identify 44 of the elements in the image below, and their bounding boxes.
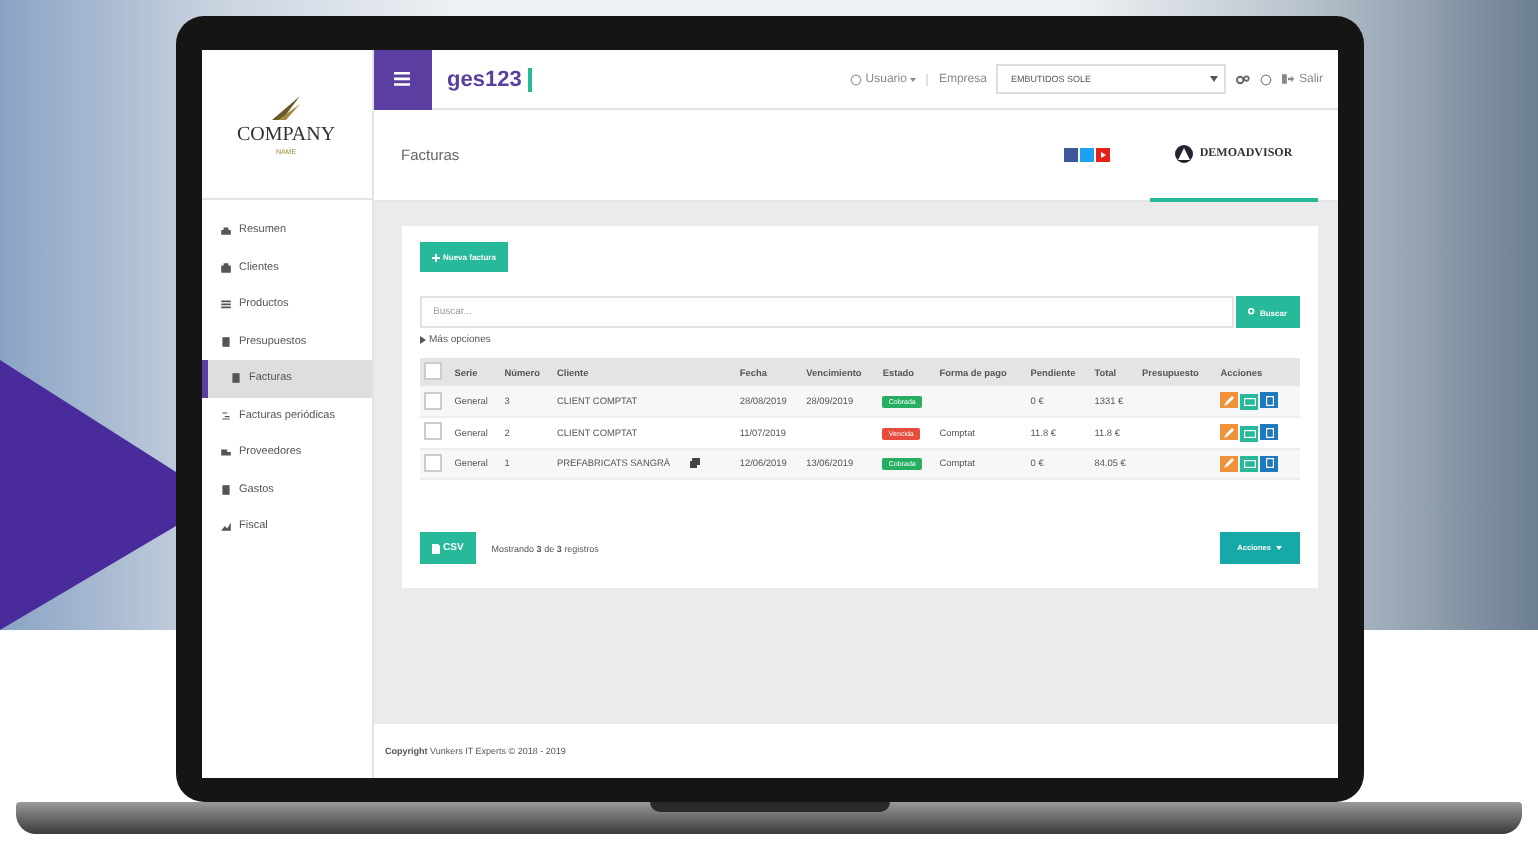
caret-icon — [1210, 76, 1219, 82]
facebook-icon[interactable] — [1063, 148, 1077, 162]
feather-logo-icon — [270, 93, 302, 121]
mountain-logo-icon — [1173, 143, 1194, 163]
user-icon — [849, 73, 862, 85]
nav-icon — [219, 224, 231, 237]
document-icon — [431, 543, 439, 553]
plus-icon — [431, 253, 439, 261]
nav-icon — [219, 335, 231, 348]
row-checkbox[interactable] — [423, 391, 441, 409]
document-icon — [1265, 427, 1274, 437]
menu-icon — [394, 72, 410, 86]
caret-icon — [910, 77, 917, 81]
row-checkbox[interactable] — [423, 453, 441, 472]
pencil-icon — [1224, 458, 1235, 468]
logout-icon — [1282, 74, 1295, 84]
edit-button[interactable] — [1220, 455, 1239, 471]
twitter-icon[interactable] — [1079, 148, 1093, 162]
nav-icon — [229, 372, 241, 385]
triangle-icon — [419, 336, 425, 344]
banknote-icon — [1243, 429, 1256, 437]
nav-icon — [219, 446, 231, 459]
brand-logo: ges123 — [447, 67, 532, 91]
row-checkbox[interactable] — [423, 422, 441, 441]
document-icon — [1265, 458, 1274, 468]
nav-icon — [219, 483, 231, 496]
search-icon — [1247, 308, 1256, 316]
youtube-icon[interactable] — [1095, 148, 1109, 162]
edit-button[interactable] — [1220, 392, 1239, 409]
nav-icon — [219, 298, 231, 311]
menu-button[interactable] — [373, 49, 431, 109]
nav-icon — [219, 261, 231, 274]
settings-icon[interactable] — [1236, 73, 1251, 85]
company-name: COMPANY — [236, 123, 336, 145]
pencil-icon — [1224, 395, 1235, 406]
nav-icon — [219, 409, 231, 422]
document-icon — [1265, 395, 1274, 406]
banknote-icon — [1243, 460, 1256, 468]
caret-icon — [1275, 546, 1281, 550]
help-icon[interactable] — [1260, 73, 1273, 85]
banknote-icon — [1243, 397, 1256, 406]
select-all-checkbox[interactable] — [423, 362, 441, 380]
edit-button[interactable] — [1220, 424, 1239, 440]
pencil-icon — [1224, 427, 1235, 437]
